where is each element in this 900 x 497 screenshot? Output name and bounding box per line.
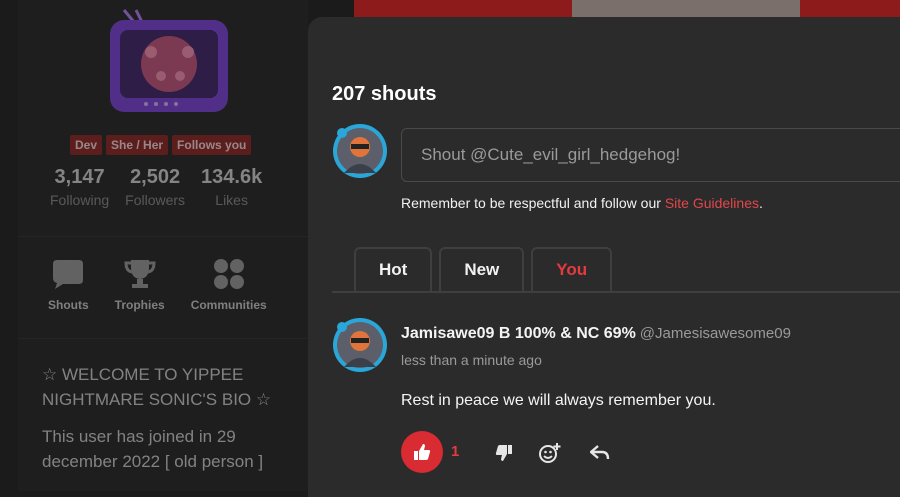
like-button[interactable] bbox=[401, 431, 443, 473]
badge-follows-you: Follows you bbox=[172, 135, 252, 155]
speech-bubble-icon bbox=[53, 260, 84, 289]
dislike-button[interactable] bbox=[493, 442, 515, 464]
thumbs-up-icon bbox=[414, 444, 431, 460]
nav-communities-label: Communities bbox=[190, 298, 267, 312]
shouts-count-title: 207 shouts bbox=[332, 83, 437, 105]
profile-sidebar: Dev She / Her Follows you 3,147 Followin… bbox=[18, 0, 308, 491]
guidelines-period: . bbox=[758, 195, 763, 211]
banner-image bbox=[572, 0, 800, 17]
nav-trophies[interactable]: Trophies bbox=[115, 258, 165, 312]
tab-hot[interactable]: Hot bbox=[354, 247, 433, 291]
profile-bio: ☆ WELCOME TO YIPPEE NIGHTMARE SONIC'S BI… bbox=[42, 362, 292, 486]
add-reaction-icon bbox=[539, 443, 561, 463]
nav-trophies-label: Trophies bbox=[114, 298, 165, 312]
profile-nav: Shouts Trophies Communities bbox=[48, 258, 267, 312]
shout-input[interactable] bbox=[401, 128, 900, 182]
site-guidelines-link[interactable]: Site Guidelines bbox=[665, 195, 759, 211]
post-author-name[interactable]: Jamisawe09 B 100% & NC 69% bbox=[401, 325, 636, 342]
current-user-avatar[interactable] bbox=[332, 123, 388, 179]
reply-button[interactable] bbox=[589, 442, 611, 464]
reply-icon bbox=[590, 445, 610, 460]
profile-avatar bbox=[106, 8, 232, 118]
tabs-divider bbox=[332, 291, 900, 293]
stat-following-value: 3,147 bbox=[54, 166, 105, 188]
post-author-avatar[interactable] bbox=[332, 317, 388, 373]
tab-new[interactable]: New bbox=[439, 247, 525, 291]
stat-followers-value: 2,502 bbox=[130, 166, 181, 188]
nav-shouts-label: Shouts bbox=[48, 298, 89, 312]
bio-line: This user has joined in 29 december 2022… bbox=[42, 427, 264, 471]
stat-likes-label: Likes bbox=[215, 192, 248, 208]
communities-icon bbox=[213, 259, 244, 289]
bio-line: ☆ WELCOME TO YIPPEE NIGHTMARE SONIC'S BI… bbox=[42, 365, 272, 409]
tab-you[interactable]: You bbox=[531, 247, 613, 291]
nav-shouts[interactable]: Shouts bbox=[48, 258, 89, 312]
shouts-panel: 207 shouts Remember to be respectful and… bbox=[308, 17, 900, 497]
post-author[interactable]: Jamisawe09 B 100% & NC 69% @Jamesisawesom… bbox=[401, 325, 791, 343]
stat-likes-value: 134.6k bbox=[201, 166, 263, 188]
shout-sort-tabs: Hot New You bbox=[354, 247, 613, 291]
guidelines-note: Remember to be respectful and follow our… bbox=[401, 195, 763, 211]
post-author-handle[interactable]: @Jamesisawesome09 bbox=[640, 325, 791, 342]
badge-pronouns: She / Her bbox=[106, 135, 169, 155]
profile-stats: 3,147 Following 2,502 Followers 134.6k L… bbox=[50, 166, 278, 208]
stat-followers[interactable]: 2,502 Followers bbox=[125, 166, 185, 208]
post-timestamp: less than a minute ago bbox=[401, 352, 542, 368]
guidelines-text: Remember to be respectful and follow our bbox=[401, 195, 665, 211]
sidebar-divider bbox=[18, 236, 308, 237]
like-count: 1 bbox=[451, 443, 460, 460]
badge-dev: Dev bbox=[70, 135, 103, 155]
post-text: Rest in peace we will always remember yo… bbox=[401, 392, 716, 409]
profile-badges: Dev She / Her Follows you bbox=[70, 135, 252, 155]
thumbs-down-icon bbox=[495, 445, 512, 461]
nav-communities[interactable]: Communities bbox=[191, 258, 267, 312]
stat-following[interactable]: 3,147 Following bbox=[50, 166, 109, 208]
react-button[interactable] bbox=[539, 442, 561, 464]
stat-likes: 134.6k Likes bbox=[201, 166, 262, 208]
stat-followers-label: Followers bbox=[125, 192, 186, 208]
sidebar-divider bbox=[18, 338, 308, 339]
trophy-icon bbox=[124, 260, 156, 288]
stat-following-label: Following bbox=[50, 192, 110, 208]
